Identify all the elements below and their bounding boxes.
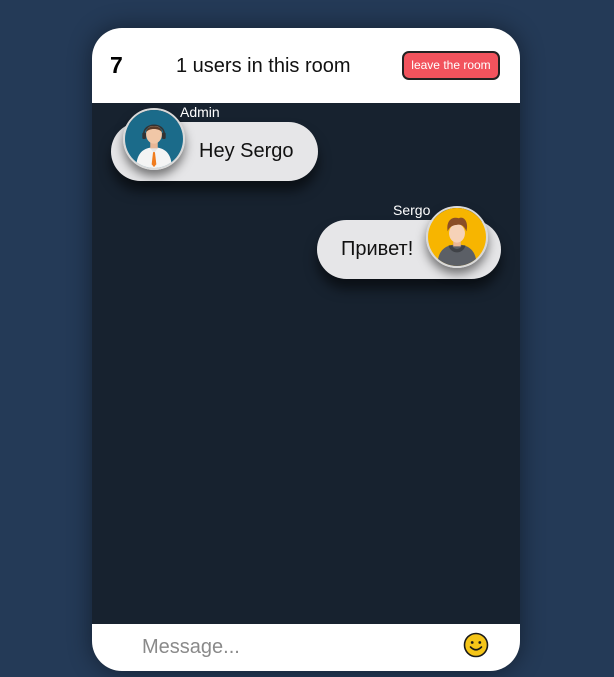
message-text: Привет! (341, 238, 414, 260)
message-composer (92, 624, 520, 671)
message-text: Hey Sergo (199, 140, 294, 162)
chat-window: 7 1 users in this room leave the room Ad… (92, 28, 520, 671)
leave-room-button[interactable]: leave the room (402, 51, 500, 80)
room-header: 7 1 users in this room leave the room (92, 28, 520, 103)
message-username: Sergo (393, 202, 431, 218)
sergo-avatar-icon (426, 206, 488, 268)
smiley-emoji-icon[interactable] (463, 632, 489, 658)
message-username: Admin (180, 104, 220, 120)
message-list: Admin Hey Sergo Sergo Привет! (92, 103, 520, 623)
admin-avatar-icon (123, 108, 185, 170)
room-number: 7 (110, 52, 123, 78)
message-input[interactable] (132, 632, 452, 662)
users-count: 1 users in this room (176, 55, 351, 77)
